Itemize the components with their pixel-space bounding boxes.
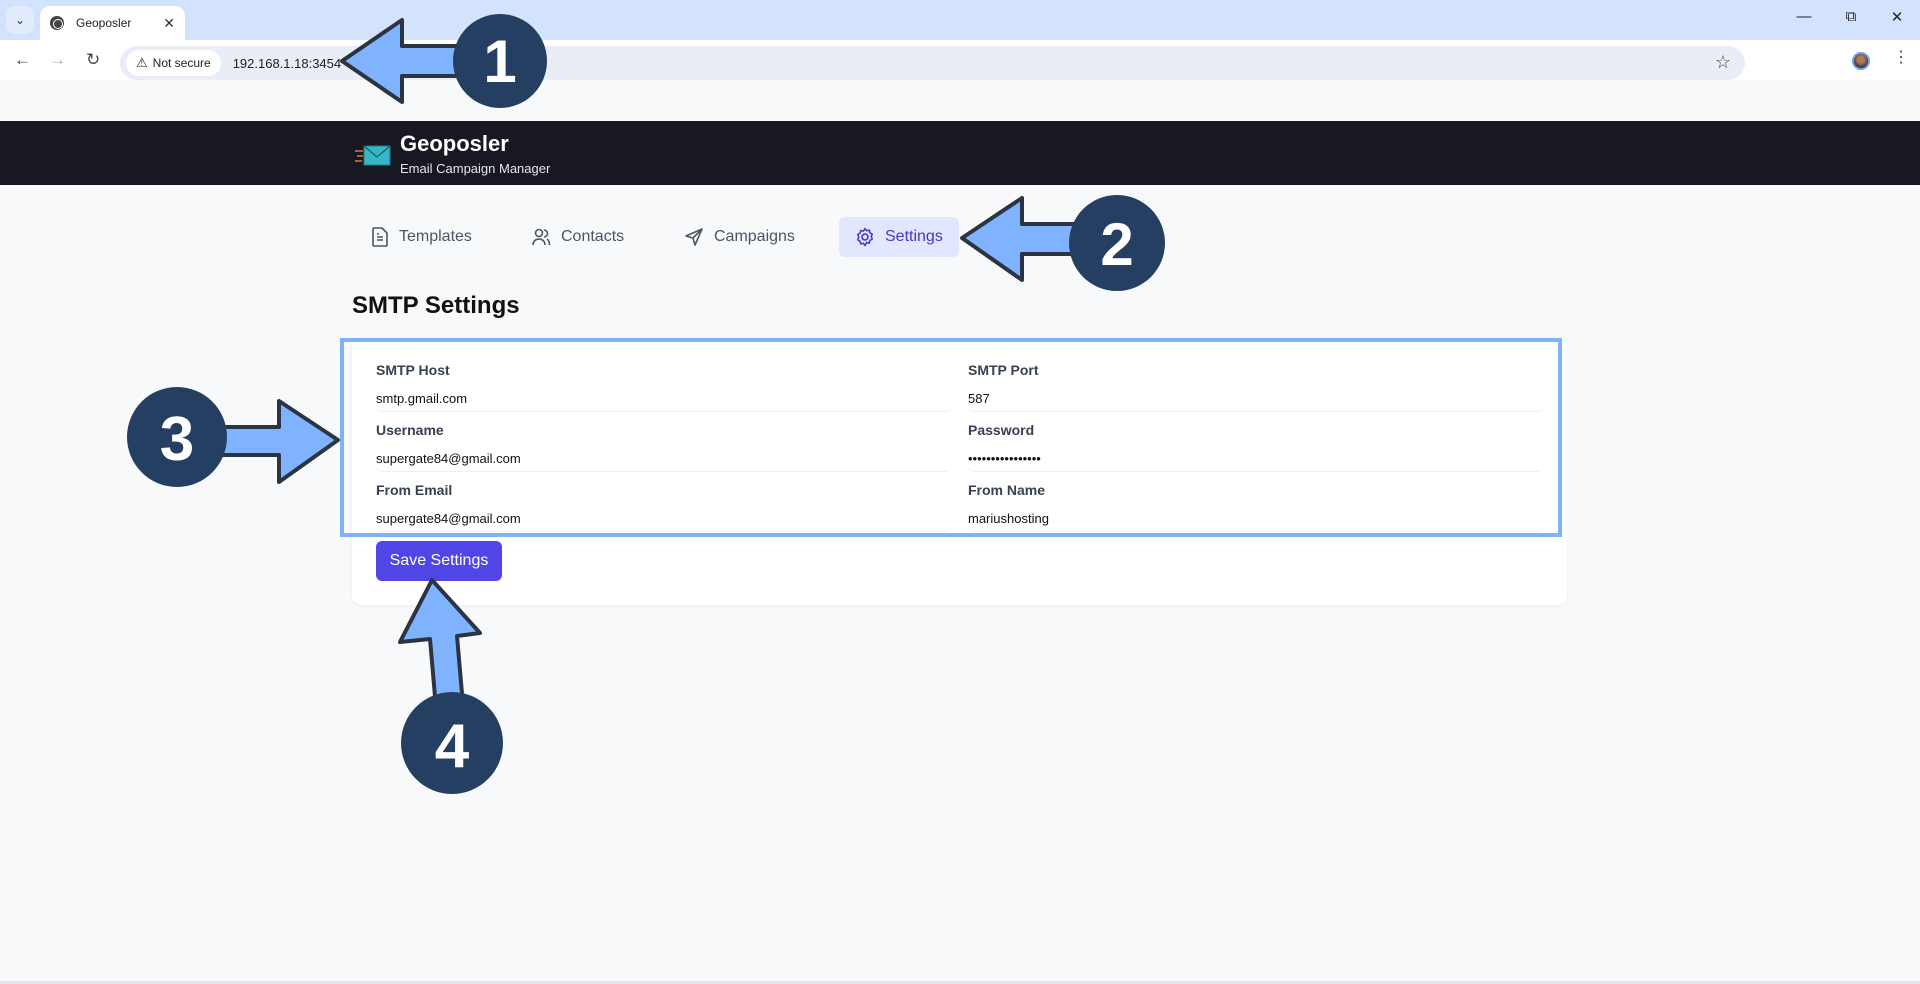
send-icon [685,228,703,246]
annotation-arrow-3 [213,399,340,484]
url-text[interactable]: 192.168.1.18:3454 [233,56,341,71]
app-header: Geoposler Email Campaign Manager [0,121,1920,185]
bookmark-star-icon[interactable]: ☆ [1715,52,1731,73]
annotation-number-3: 3 [160,405,194,474]
warning-icon: ⚠ [136,55,148,70]
nav-label: Contacts [561,228,625,245]
browser-toolbar: ← → ↻ ⚠ Not secure 192.168.1.18:3454 ☆ ⋮ [0,40,1920,80]
annotation-number-4: 4 [435,712,470,781]
page-title: SMTP Settings [352,292,520,319]
save-settings-button[interactable]: Save Settings [376,541,502,581]
gear-icon [856,227,874,247]
nav-contacts[interactable]: Contacts [515,217,640,257]
chevron-down-icon: ⌄ [14,13,26,27]
nav-label: Templates [399,228,472,245]
profile-avatar[interactable] [1852,52,1870,70]
nav-label: Campaigns [714,228,795,245]
tab-search-button[interactable]: ⌄ [6,6,34,34]
nav-label: Settings [885,228,943,245]
app-subtitle: Email Campaign Manager [400,161,551,176]
address-bar[interactable]: ⚠ Not secure 192.168.1.18:3454 ☆ [120,46,1745,80]
close-window-icon[interactable]: ✕ [1882,8,1912,26]
annotation-badge-2 [1069,195,1165,291]
annotation-number-2: 2 [1100,211,1133,278]
nav-settings[interactable]: Settings [839,217,959,257]
browser-tab-strip: ⌄ Geoposler ✕ — ⧉ ✕ [0,0,1920,40]
back-icon[interactable]: ← [14,50,31,70]
security-chip[interactable]: ⚠ Not secure [126,50,221,76]
app-title: Geoposler [400,131,509,156]
globe-icon [50,16,64,30]
annotation-highlight-box [340,338,1562,537]
tab-title: Geoposler [76,16,132,30]
minimize-icon[interactable]: — [1789,8,1819,25]
close-tab-icon[interactable]: ✕ [163,15,175,32]
forward-icon[interactable]: → [49,50,66,70]
nav-templates[interactable]: Templates [355,217,488,257]
annotation-badge-3 [127,387,227,487]
security-label: Not secure [152,56,211,70]
document-icon [372,227,388,247]
browser-menu-icon[interactable]: ⋮ [1893,50,1909,66]
annotation-arrow-2 [960,196,1092,282]
envelope-logo-icon [355,145,391,166]
restore-icon[interactable]: ⧉ [1836,8,1866,25]
browser-tab[interactable]: Geoposler ✕ [40,6,185,40]
reload-icon[interactable]: ↻ [86,50,100,70]
annotation-badge-4 [401,692,503,794]
nav-campaigns[interactable]: Campaigns [668,217,811,257]
users-icon [532,228,551,246]
